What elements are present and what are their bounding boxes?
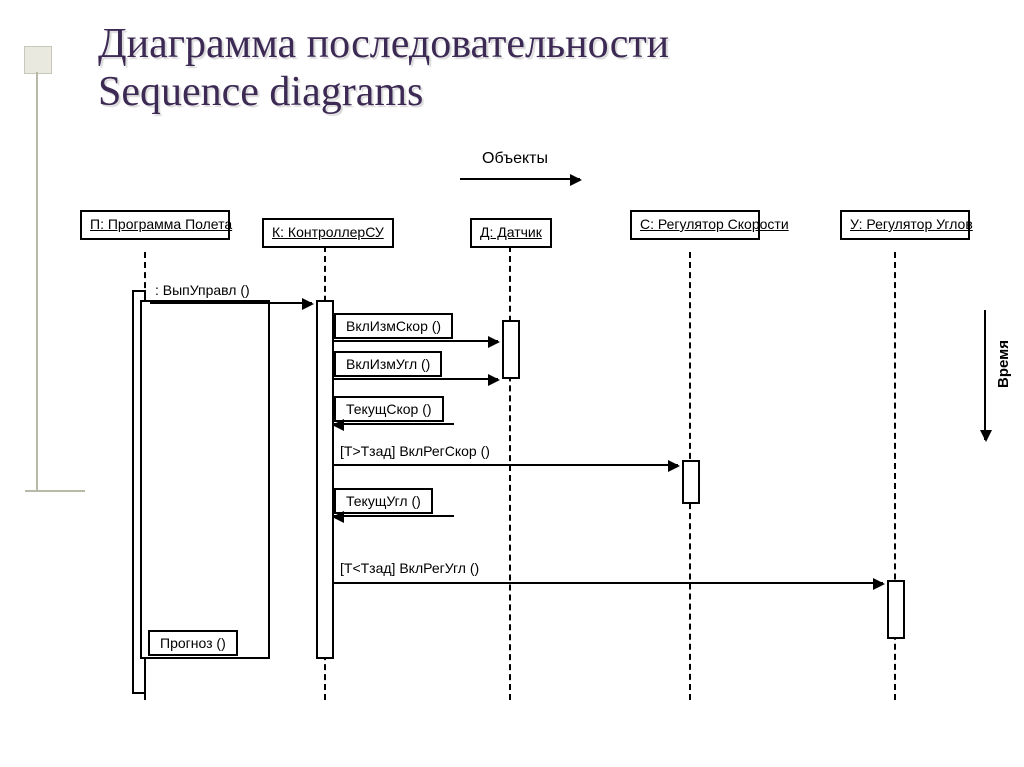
msg-6-box: ТекущУгл () — [334, 488, 433, 514]
objects-arrow — [460, 178, 580, 180]
msg-4-box: ТекущСкор () — [334, 396, 444, 422]
msg-2-box: ВклИзмСкор () — [334, 313, 453, 339]
slide: Диаграмма последовательности Sequence di… — [0, 0, 1024, 767]
msg-2-arrow — [334, 340, 498, 342]
side-line-decoration — [36, 72, 38, 492]
msg-3-box: ВклИзмУгл () — [334, 351, 442, 377]
msg-8-box: Прогноз () — [148, 630, 238, 656]
activation-k — [316, 300, 334, 659]
msg-1-arrow — [150, 302, 312, 304]
activation-p-inner — [140, 300, 270, 659]
slide-title: Диаграмма последовательности Sequence di… — [98, 20, 669, 117]
activation-d — [502, 320, 520, 379]
msg-4-arrow — [334, 423, 454, 425]
msg-5-label: [Т>Тзад] ВклРегСкор () — [340, 443, 490, 459]
title-line-2: Sequence diagrams — [98, 69, 423, 115]
msg-7-label: [Т<Тзад] ВклРегУгл () — [340, 560, 479, 576]
time-label: Время — [995, 340, 1012, 388]
title-line-1: Диаграмма последовательности — [98, 21, 669, 67]
lifeline-d — [509, 246, 511, 700]
msg-5-arrow — [334, 464, 678, 466]
msg-1-label: : ВыпУправл () — [155, 282, 250, 298]
msg-7-arrow — [334, 582, 883, 584]
msg-6-arrow — [334, 515, 454, 517]
msg-3-arrow — [334, 378, 498, 380]
participant-k: К: КонтроллерСУ — [262, 218, 394, 248]
participant-d: Д: Датчик — [470, 218, 552, 248]
bullet-decoration — [24, 46, 52, 74]
activation-u — [887, 580, 905, 639]
participant-p: П: Программа Полета — [80, 210, 230, 240]
participant-u: У: Регулятор Углов — [840, 210, 970, 240]
participant-s: С: Регулятор Скорости — [630, 210, 760, 240]
activation-s — [682, 460, 700, 504]
time-axis — [984, 310, 986, 440]
objects-label: Объекты — [440, 150, 590, 168]
sequence-diagram: Объекты Время П: Программа Полета К: Кон… — [70, 140, 994, 700]
